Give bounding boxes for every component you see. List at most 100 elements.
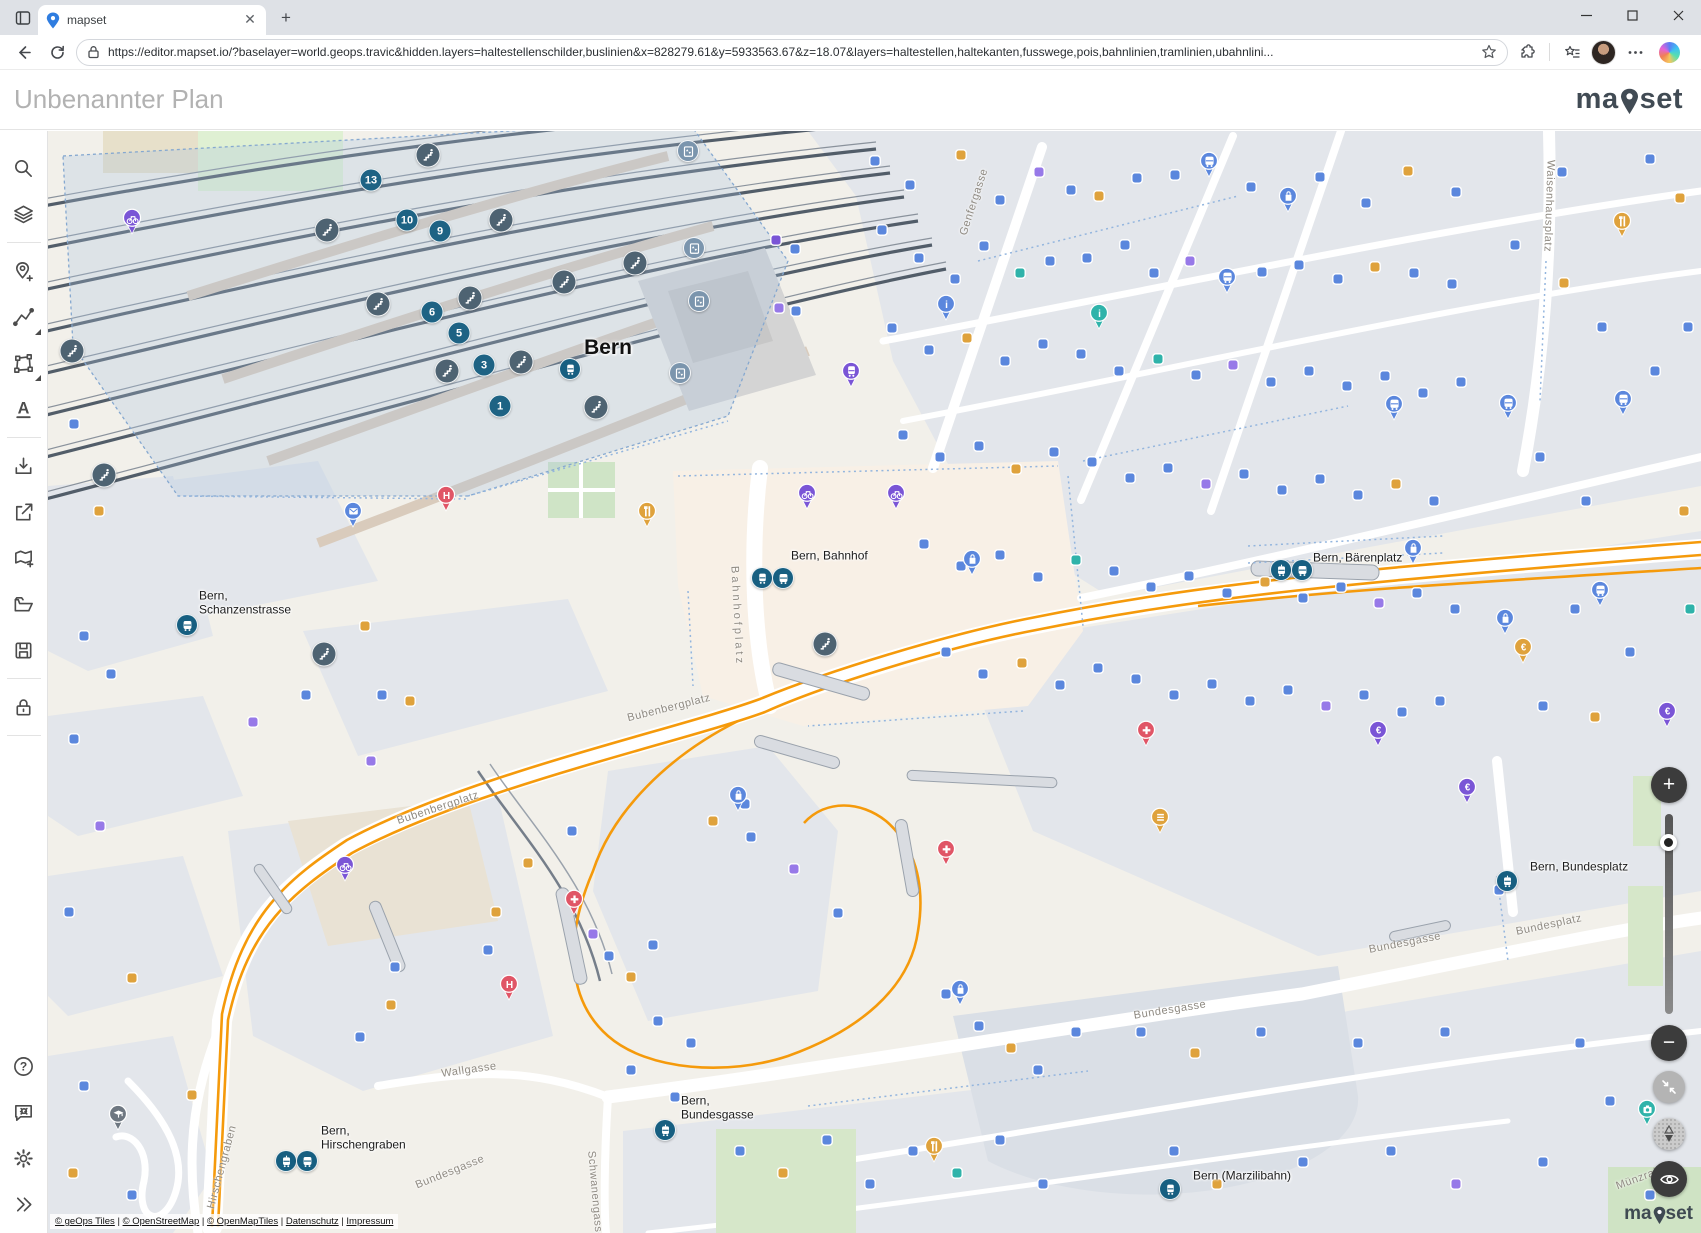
poi-dot [361, 622, 370, 631]
app-header: Unbenannter Plan ma set [0, 70, 1701, 130]
poi-dot [649, 941, 658, 950]
zoom-slider[interactable] [1665, 814, 1673, 1014]
poi-dot [1452, 1180, 1461, 1189]
poi-dot [406, 697, 415, 706]
zoom-slider-handle[interactable] [1660, 834, 1677, 851]
flyout-indicator [35, 329, 41, 335]
map-pin-bike [885, 483, 907, 515]
layers-tool-icon[interactable] [4, 193, 44, 235]
poi-dot [1121, 241, 1130, 250]
help-tool-icon[interactable]: ? [4, 1045, 44, 1087]
svg-text:i: i [1098, 309, 1101, 320]
poi-dot [1050, 448, 1059, 457]
download-tool-icon[interactable] [4, 445, 44, 487]
attribution-link[interactable]: © geOps Tiles [55, 1216, 115, 1227]
collapse-tool-icon[interactable] [4, 1183, 44, 1225]
attribution-link[interactable]: Impressum [346, 1216, 393, 1227]
window-close-button[interactable] [1655, 0, 1701, 30]
poi-dot [920, 540, 929, 549]
map-pin-bag [1402, 538, 1424, 570]
extensions-icon[interactable] [1512, 38, 1542, 66]
map-pin-bag [949, 979, 971, 1011]
poi-dot [1185, 572, 1194, 581]
map-pin-bus [1216, 267, 1238, 299]
street-label: Bundesgasse [414, 1153, 486, 1192]
share-tool-icon[interactable] [4, 491, 44, 533]
favorites-bar-icon[interactable] [1557, 38, 1587, 66]
url-text[interactable]: https://editor.mapset.io/?baselayer=worl… [108, 45, 1473, 59]
new-plan-tool-icon[interactable] [4, 537, 44, 579]
poi-dot [1299, 594, 1308, 603]
site-info-lock-icon[interactable] [87, 45, 100, 59]
map-pin-info: i [1088, 303, 1110, 335]
tab-actions-icon[interactable] [8, 4, 38, 32]
window-maximize-button[interactable] [1609, 0, 1655, 30]
window-minimize-button[interactable] [1563, 0, 1609, 30]
search-tool-icon[interactable] [4, 147, 44, 189]
poi-dot [671, 1093, 680, 1102]
poi-dot [1305, 367, 1314, 376]
new-tab-button[interactable]: + [272, 4, 300, 32]
poi-dot [589, 930, 598, 939]
map-pin-mail [342, 501, 364, 533]
poi-dot [1001, 357, 1010, 366]
map-canvas[interactable]: iiH€€€€H131096531Bern, BahnhofBern, Bäre… [48, 131, 1701, 1233]
stop-icon-bus [772, 567, 794, 589]
stairs-icon [435, 359, 460, 384]
map-pin-bag [727, 785, 749, 817]
poi-dot [1360, 691, 1369, 700]
add-point-tool-icon[interactable] [4, 250, 44, 292]
profile-avatar[interactable] [1591, 40, 1616, 65]
map-pin-cross [935, 839, 957, 871]
reload-icon[interactable] [42, 38, 72, 66]
browser-menu-icon[interactable] [1620, 38, 1650, 66]
place-label: Bern [584, 336, 632, 360]
url-bar[interactable]: https://editor.mapset.io/?baselayer=worl… [76, 39, 1508, 66]
poi-dot [80, 1082, 89, 1091]
attribution-link[interactable]: Datenschutz [286, 1216, 339, 1227]
draw-polygon-tool-icon[interactable] [4, 342, 44, 384]
poi-dot [975, 442, 984, 451]
poi-dot [1191, 1049, 1200, 1058]
copilot-icon[interactable] [1654, 38, 1684, 66]
open-plan-tool-icon[interactable] [4, 583, 44, 625]
stop-icon-tram [1496, 870, 1518, 892]
stop-label: Bern, Bärenplatz [1313, 551, 1402, 565]
stairs-icon [813, 632, 838, 657]
compass-icon[interactable] [1653, 1118, 1685, 1150]
map-pin-bike [796, 483, 818, 515]
attribution-link[interactable]: © OpenMapTiles [207, 1216, 278, 1227]
poi-dot [1413, 589, 1422, 598]
elevator-icon [683, 237, 705, 259]
browser-tab[interactable]: mapset ✕ [38, 5, 266, 35]
poi-dot [1560, 279, 1569, 288]
stairs-icon [509, 350, 534, 375]
attribution-link[interactable]: © OpenStreetMap [123, 1216, 200, 1227]
poi-dot [1164, 464, 1173, 473]
platform-number: 13 [360, 169, 383, 192]
save-plan-tool-icon[interactable] [4, 629, 44, 671]
poi-dot [95, 507, 104, 516]
poi-dot [1343, 382, 1352, 391]
poi-dot [747, 833, 756, 842]
poi-dot [1133, 174, 1142, 183]
svg-text:A: A [18, 399, 30, 417]
poi-dot [1371, 263, 1380, 272]
add-text-tool-icon[interactable]: A [4, 388, 44, 430]
settings-tool-icon[interactable] [4, 1137, 44, 1179]
preview-eye-icon[interactable] [1651, 1161, 1687, 1197]
fit-extent-icon[interactable] [1653, 1071, 1685, 1103]
poi-dot [1452, 188, 1461, 197]
zoom-out-button[interactable]: − [1651, 1025, 1687, 1061]
zoom-in-button[interactable]: + [1651, 767, 1687, 803]
poi-dot [1110, 567, 1119, 576]
draw-line-tool-icon[interactable] [4, 296, 44, 338]
feedback-tool-icon[interactable] [4, 1091, 44, 1133]
back-icon[interactable] [8, 38, 38, 66]
plan-title-input[interactable]: Unbenannter Plan [14, 84, 224, 115]
toolbar-divider [7, 242, 41, 243]
favorite-star-icon[interactable] [1481, 44, 1497, 60]
tab-close-icon[interactable]: ✕ [242, 12, 258, 28]
poi-dot [1088, 458, 1097, 467]
lock-tool-icon[interactable] [4, 686, 44, 728]
